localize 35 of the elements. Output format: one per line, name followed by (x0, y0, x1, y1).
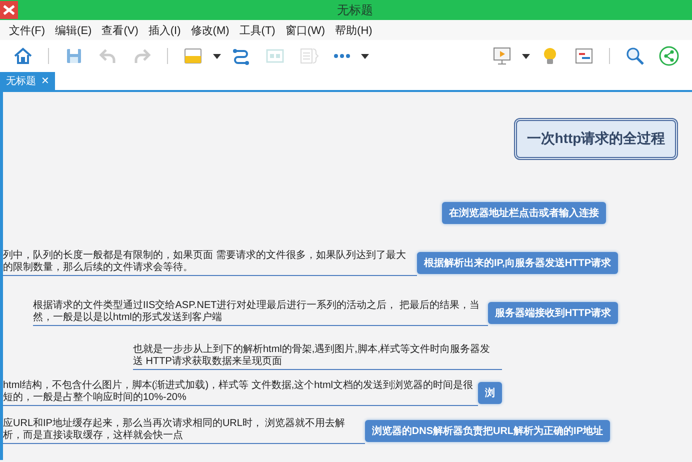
relationship-icon (231, 46, 251, 66)
save-icon (64, 46, 84, 66)
topic-node[interactable]: 浏 (478, 382, 502, 404)
menu-item[interactable]: 查看(V) (96, 22, 144, 38)
more-icon (333, 53, 351, 59)
topic-node[interactable]: 浏览器的DNS解析器负责把URL解析为正确的IP地址 (364, 420, 610, 442)
menu-item[interactable]: 帮助(H) (330, 22, 378, 38)
topic-note: 也就是一步步从上到下的解析html的骨架,遇到图片,脚本,样式等文件时向服务器发送 HTTP请求获取数据来呈现页面 (133, 344, 502, 370)
style-icon (183, 46, 203, 66)
topic-note: html结构，不包含什么图片，脚本(渐进式加载)，样式等 文件数据,这个html文档的发送到浏览器的时间是很短的，一般是占整个响应时间的10%-20% (3, 380, 478, 406)
topic-node[interactable]: 根据解析出来的IP,向服务器发送HTTP请求 (416, 252, 618, 274)
topic-note: 根据请求的文件类型通过IIS交给ASP.NET进行对处理最后进行一系列的活动之后， 把最后的结果，当然，一般是以是以html的形式发送到客户端 (33, 300, 488, 326)
caret-icon (522, 54, 530, 58)
menu-item[interactable]: 窗口(W) (280, 22, 330, 38)
menu-item[interactable]: 文件(F) (4, 22, 50, 38)
topic-node[interactable]: 服务器端接收到HTTP请求 (488, 302, 618, 324)
menu-item[interactable]: 插入(I) (143, 22, 186, 38)
undo-icon (98, 46, 118, 66)
home-icon (13, 46, 33, 66)
redo-icon (132, 46, 152, 66)
window-title: 无标题 (336, 2, 374, 18)
search-icon (625, 46, 645, 66)
summary-icon (299, 46, 319, 66)
menu-item[interactable]: 修改(M) (186, 22, 234, 38)
central-topic[interactable]: 一次http请求的全过程 (514, 118, 678, 160)
menu-item[interactable]: 编辑(E) (50, 22, 97, 38)
menu-item[interactable]: 工具(T) (234, 22, 280, 38)
gantt-icon (574, 46, 594, 66)
topic-note: 应URL和IP地址缓存起来，那么当再次请求相同的URL时， 浏览器就不用去解析，而是直接读取缓存，这样就会快一点 (3, 418, 365, 444)
topic-note: 列中，队列的长度一般都是有限制的，如果页面 需要请求的文件很多，如果队列达到了最大的限制数量，那么后续的文件请求会等待。 (3, 250, 417, 276)
caret-icon (213, 54, 221, 58)
share-icon (659, 46, 679, 66)
topic-node[interactable]: 在浏览器地址栏点击或者输入连接 (442, 202, 606, 224)
presentation-icon (492, 46, 512, 66)
caret-icon (361, 54, 369, 58)
